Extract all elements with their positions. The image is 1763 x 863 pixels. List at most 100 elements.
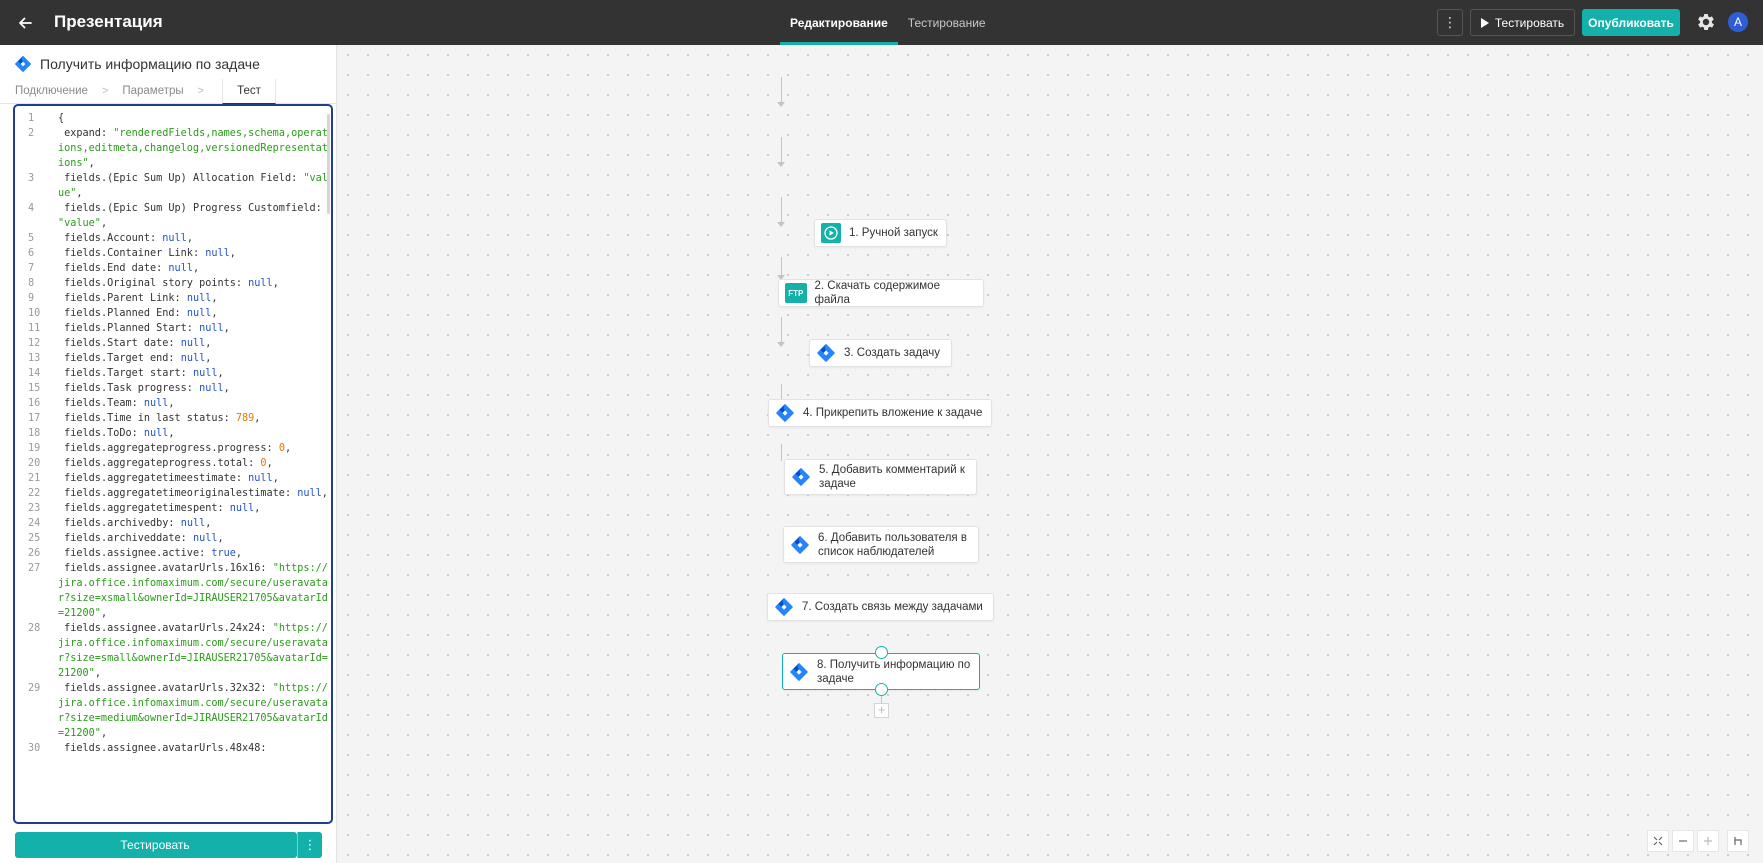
arrow-down-icon <box>777 102 785 107</box>
line-content: expand: "renderedFields,names,schema,ope… <box>58 126 330 171</box>
add-step-button[interactable]: + <box>874 703 889 718</box>
flow-node-download-file[interactable]: FTP 2. Скачать содержимое файла <box>778 279 984 307</box>
line-content: fields.archiveddate: null, <box>58 531 330 546</box>
line-number: 20 <box>28 458 41 469</box>
run-test-more-button[interactable]: ⋮ <box>297 832 322 858</box>
flow-node-manual-start[interactable]: 1. Ручной запуск <box>814 219 947 247</box>
page-title: Презентация <box>54 12 163 31</box>
line-content: fields.Task progress: null, <box>58 381 330 396</box>
flow-node-attach-file[interactable]: 4. Прикрепить вложение к задаче <box>768 399 992 427</box>
text-token: fields.aggregatetimespent: <box>58 503 230 514</box>
code-line: 18 fields.ToDo: null, <box>15 426 331 441</box>
text-token: , <box>100 218 108 229</box>
node-input-port[interactable] <box>875 646 888 659</box>
line-content: fields.Team: null, <box>58 396 330 411</box>
flow-node-label: 7. Создать связь между задачами <box>802 601 983 613</box>
zoom-out-button[interactable] <box>1672 830 1694 852</box>
keyword-token: null <box>248 473 273 484</box>
code-line: 30 fields.assignee.avatarUrls.48x48: <box>15 741 331 756</box>
text-token: , <box>284 443 292 454</box>
number-token: 789 <box>235 413 255 424</box>
code-line: 2 expand: "renderedFields,names,schema,o… <box>15 126 331 171</box>
editor-scrollbar[interactable] <box>327 114 330 214</box>
text-token: , <box>254 503 261 514</box>
publish-button[interactable]: Опубликовать <box>1582 9 1680 36</box>
line-number: 11 <box>28 323 41 334</box>
code-line: 20 fields.aggregateprogress.total: 0, <box>15 456 331 471</box>
text-token: , <box>100 728 108 739</box>
line-number: 23 <box>28 503 41 514</box>
code-line: 13 fields.Target end: null, <box>15 351 331 366</box>
text-token: fields.assignee.avatarUrls.24x24: <box>58 623 273 634</box>
text-token: , <box>223 383 230 394</box>
text-token: fields.assignee.avatarUrls.16x16: <box>58 563 273 574</box>
line-content: fields.Parent Link: null, <box>58 291 330 306</box>
text-token: , <box>217 368 224 379</box>
breadcrumb-parameters[interactable]: Параметры <box>122 79 183 104</box>
line-content: fields.ToDo: null, <box>58 426 330 441</box>
text-token: fields.Team: <box>58 398 144 409</box>
keyword-token: null <box>229 503 255 514</box>
top-bar: Презентация Редактирование Тестирование … <box>0 0 1763 45</box>
line-content: fields.Planned Start: null, <box>58 321 330 336</box>
code-lines: 1{2 expand: "renderedFields,names,schema… <box>15 111 331 756</box>
test-button[interactable]: Тестировать <box>1470 9 1575 36</box>
text-token: fields.Planned Start: <box>58 323 200 334</box>
text-token: , <box>235 548 243 559</box>
line-number: 28 <box>28 623 41 634</box>
run-test-button[interactable]: Тестировать <box>15 832 297 858</box>
text-token: , <box>223 323 230 334</box>
flow-node-add-watcher[interactable]: 6. Добавить пользователя в список наблюд… <box>783 526 979 563</box>
flow-node-create-issue[interactable]: 3. Создать задачу <box>809 339 952 367</box>
breadcrumb-test[interactable]: Тест <box>222 78 276 104</box>
line-number: 13 <box>28 353 41 364</box>
breadcrumb-connection[interactable]: Подключение <box>15 79 88 104</box>
jira-icon <box>791 535 809 554</box>
line-content: fields.aggregateprogress.progress: 0, <box>58 441 330 456</box>
line-content: fields.Container Link: null, <box>58 246 330 261</box>
code-line: 1{ <box>15 111 331 126</box>
gear-icon <box>1698 14 1714 30</box>
tab-editing[interactable]: Редактирование <box>780 0 898 45</box>
mode-tabs: Редактирование Тестирование <box>780 0 996 45</box>
back-button[interactable] <box>12 10 38 36</box>
json-result-editor[interactable]: 1{2 expand: "renderedFields,names,schema… <box>13 104 333 824</box>
line-number: 15 <box>28 383 41 394</box>
arrow-down-icon <box>777 162 785 167</box>
text-token: , <box>254 413 261 424</box>
flow-node-link-issues[interactable]: 7. Создать связь между задачами <box>767 593 994 621</box>
text-token: fields.Planned End: <box>58 308 187 319</box>
code-line: 24 fields.archivedby: null, <box>15 516 331 531</box>
text-token: fields.aggregatetimeoriginalestimate: <box>58 488 298 499</box>
tab-testing[interactable]: Тестирование <box>898 0 996 45</box>
more-menu-button[interactable]: ⋮ <box>1437 9 1463 36</box>
line-number: 16 <box>28 398 41 409</box>
chevron-right-icon: > <box>101 85 109 97</box>
settings-button[interactable] <box>1695 11 1717 33</box>
node-output-port[interactable] <box>875 683 888 696</box>
line-content: fields.assignee.avatarUrls.48x48: <box>58 741 330 756</box>
text-token: , <box>88 158 95 169</box>
user-avatar[interactable]: A <box>1728 12 1748 32</box>
text-token: fields.assignee.active: <box>58 548 212 559</box>
flow-canvas[interactable]: 1. Ручной запуск FTP 2. Скачать содержим… <box>338 45 1763 863</box>
breadcrumb: Подключение > Параметры > Тест <box>0 78 337 104</box>
code-line: 5 fields.Account: null, <box>15 231 331 246</box>
line-content: { <box>58 111 330 126</box>
zoom-in-button[interactable] <box>1697 830 1719 852</box>
line-number: 9 <box>28 293 35 304</box>
fit-to-screen-button[interactable] <box>1647 830 1669 852</box>
line-number: 22 <box>28 488 41 499</box>
run-test-button-label: Тестировать <box>120 838 190 852</box>
line-content: fields.archivedby: null, <box>58 516 330 531</box>
line-content: fields.aggregateprogress.total: 0, <box>58 456 330 471</box>
ftp-icon: FTP <box>785 283 807 303</box>
text-token: , <box>192 263 200 274</box>
code-line: 16 fields.Team: null, <box>15 396 331 411</box>
auto-layout-button[interactable] <box>1727 830 1749 852</box>
line-content: fields.Planned End: null, <box>58 306 330 321</box>
text-token: fields.End date: <box>58 263 169 274</box>
code-line: 8 fields.Original story points: null, <box>15 276 331 291</box>
flow-node-add-comment[interactable]: 5. Добавить комментарий к задаче <box>784 459 977 495</box>
line-number: 10 <box>28 308 41 319</box>
